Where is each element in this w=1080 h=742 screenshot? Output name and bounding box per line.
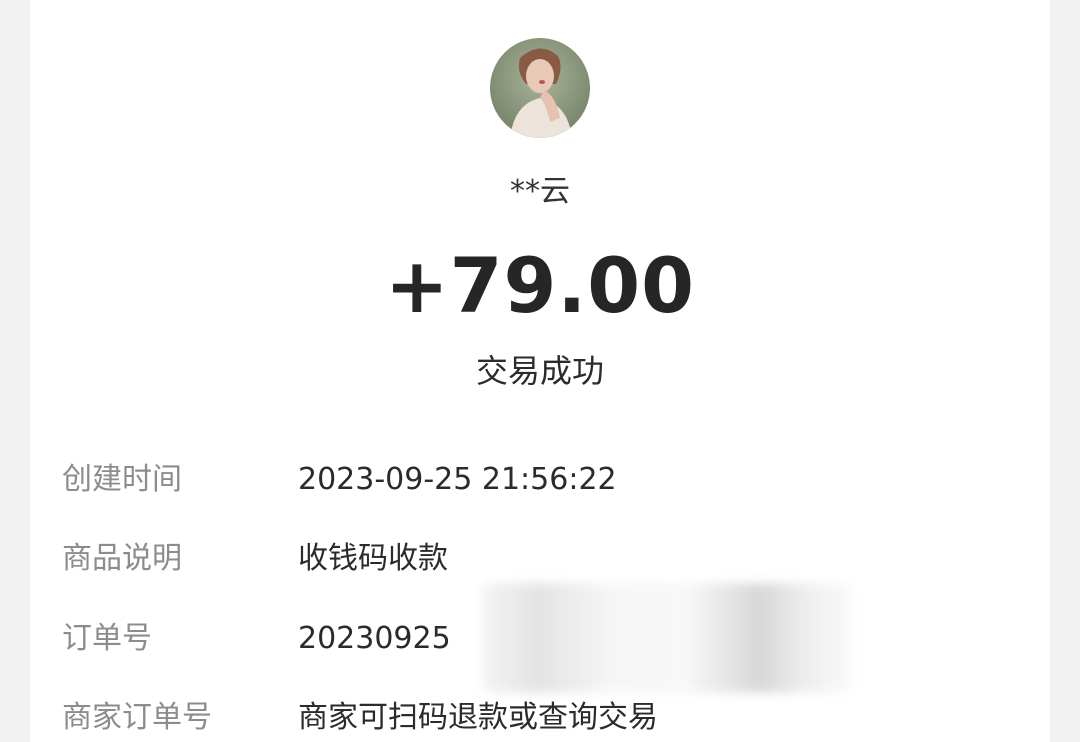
- detail-row-order-number: 订单号 20230925: [62, 583, 1022, 693]
- redaction-blur: [482, 583, 852, 693]
- detail-row-created-time: 创建时间 2023-09-25 21:56:22: [62, 458, 1022, 502]
- avatar-photo-icon: [490, 38, 590, 138]
- order-number-label: 订单号: [62, 621, 152, 656]
- payer-name: **云: [510, 174, 570, 209]
- product-description-label: 商品说明: [62, 541, 182, 576]
- transaction-amount: +79.00: [384, 241, 696, 330]
- payer-avatar: [490, 38, 590, 138]
- created-time-label: 创建时间: [62, 462, 182, 497]
- transaction-detail-card: **云 +79.00 交易成功 创建时间 2023-09-25 21:56:22…: [30, 0, 1050, 742]
- transaction-status: 交易成功: [475, 352, 604, 390]
- product-description-value: 收钱码收款: [298, 541, 448, 576]
- merchant-order-number-value[interactable]: 商家可扫码退款或查询交易: [298, 696, 658, 740]
- detail-row-product-description: 商品说明 收钱码收款: [62, 537, 1022, 581]
- order-number-value[interactable]: 20230925: [298, 617, 451, 661]
- detail-row-merchant-order-number: 商家订单号 商家可扫码退款或查询交易: [62, 696, 1022, 740]
- created-time-value: 2023-09-25 21:56:22: [298, 462, 617, 497]
- merchant-order-number-label: 商家订单号: [62, 700, 212, 735]
